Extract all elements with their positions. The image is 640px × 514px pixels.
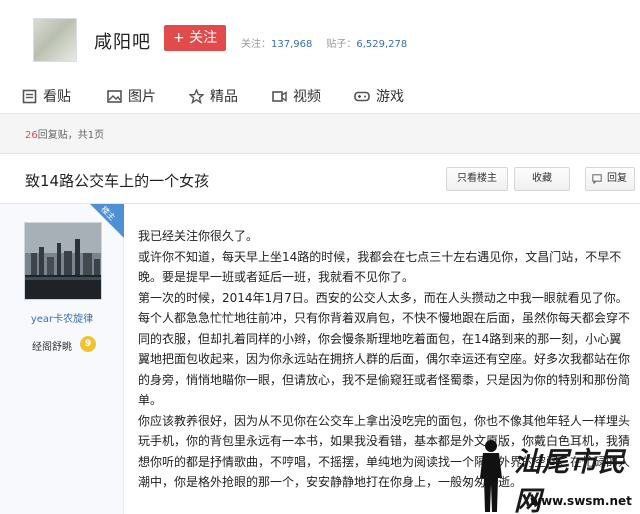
post-author-panel: 楼主 year卡农旋律 经阁舒眺 9 (0, 204, 124, 514)
author-level-name: 经阁舒眺 (32, 342, 72, 353)
gamepad-icon (354, 91, 370, 101)
reply-count: 26回复贴，共1页 (25, 126, 104, 141)
posts-label: 贴子： (326, 39, 357, 50)
tab-videos-label: 视频 (293, 89, 321, 105)
author-username[interactable]: year卡农旋律 (0, 310, 124, 325)
reply-button[interactable]: 回复 (585, 167, 635, 191)
tab-posts[interactable]: 看贴 (22, 86, 71, 106)
tab-images[interactable]: 图片 (107, 86, 156, 106)
person-silhouette-icon (480, 440, 502, 512)
tab-games[interactable]: 游戏 (354, 86, 404, 106)
tab-posts-label: 看贴 (43, 89, 71, 105)
thread-title-bar: 致14路公交车上的一个女孩 只看楼主 收藏 回复 (0, 154, 640, 204)
author-level-badge: 9 (80, 336, 96, 352)
thread-title: 致14路公交车上的一个女孩 (25, 172, 210, 190)
posts-count: 6,529,278 (356, 39, 408, 50)
tab-games-label: 游戏 (376, 89, 404, 105)
bar-stats: 关注：137,968 贴子：6,529,278 (241, 35, 407, 50)
forum-header: 咸阳吧 + 关注 关注：137,968 贴子：6,529,278 (0, 0, 640, 78)
bar-name[interactable]: 咸阳吧 (94, 28, 151, 54)
star-icon (189, 88, 204, 104)
site-watermark: 汕尾市民网 www.swsm.net (470, 438, 640, 514)
reply-count-number: 26 (25, 130, 38, 141)
favorite-button[interactable]: 收藏 (514, 167, 570, 191)
post-paragraph: 我已经关注你很久了。 (138, 229, 259, 243)
thread-info-bar: 26回复贴，共1页 (0, 114, 640, 154)
tab-featured-label: 精品 (210, 89, 238, 105)
forum-nav: 看贴 图片 精品 视频 游戏 (0, 78, 640, 114)
image-icon (107, 89, 122, 103)
bar-avatar[interactable] (33, 18, 77, 62)
post-paragraph: 或许你不知道，每天早上坐14路的时候，我都会在七点三十左右遇见你，文昌门站，不早… (138, 249, 622, 285)
tab-images-label: 图片 (128, 89, 156, 105)
only-op-button[interactable]: 只看楼主 (446, 167, 508, 191)
reply-count-suffix: 回复贴，共1页 (37, 130, 105, 141)
tab-videos[interactable]: 视频 (272, 86, 321, 106)
follows-count: 137,968 (271, 39, 313, 50)
document-icon (22, 89, 37, 103)
reply-icon (592, 174, 602, 184)
follows-label: 关注： (241, 39, 271, 50)
tab-featured[interactable]: 精品 (189, 86, 238, 106)
follow-button[interactable]: + 关注 (164, 25, 226, 51)
reply-button-label: 回复 (607, 173, 627, 184)
video-icon (272, 90, 287, 102)
watermark-url: www.swsm.net (530, 494, 632, 508)
post-paragraph: 第一次的时候，2014年1月7日。西安的公交人太多，而在人头攒动之中我一眼就看见… (138, 290, 631, 408)
